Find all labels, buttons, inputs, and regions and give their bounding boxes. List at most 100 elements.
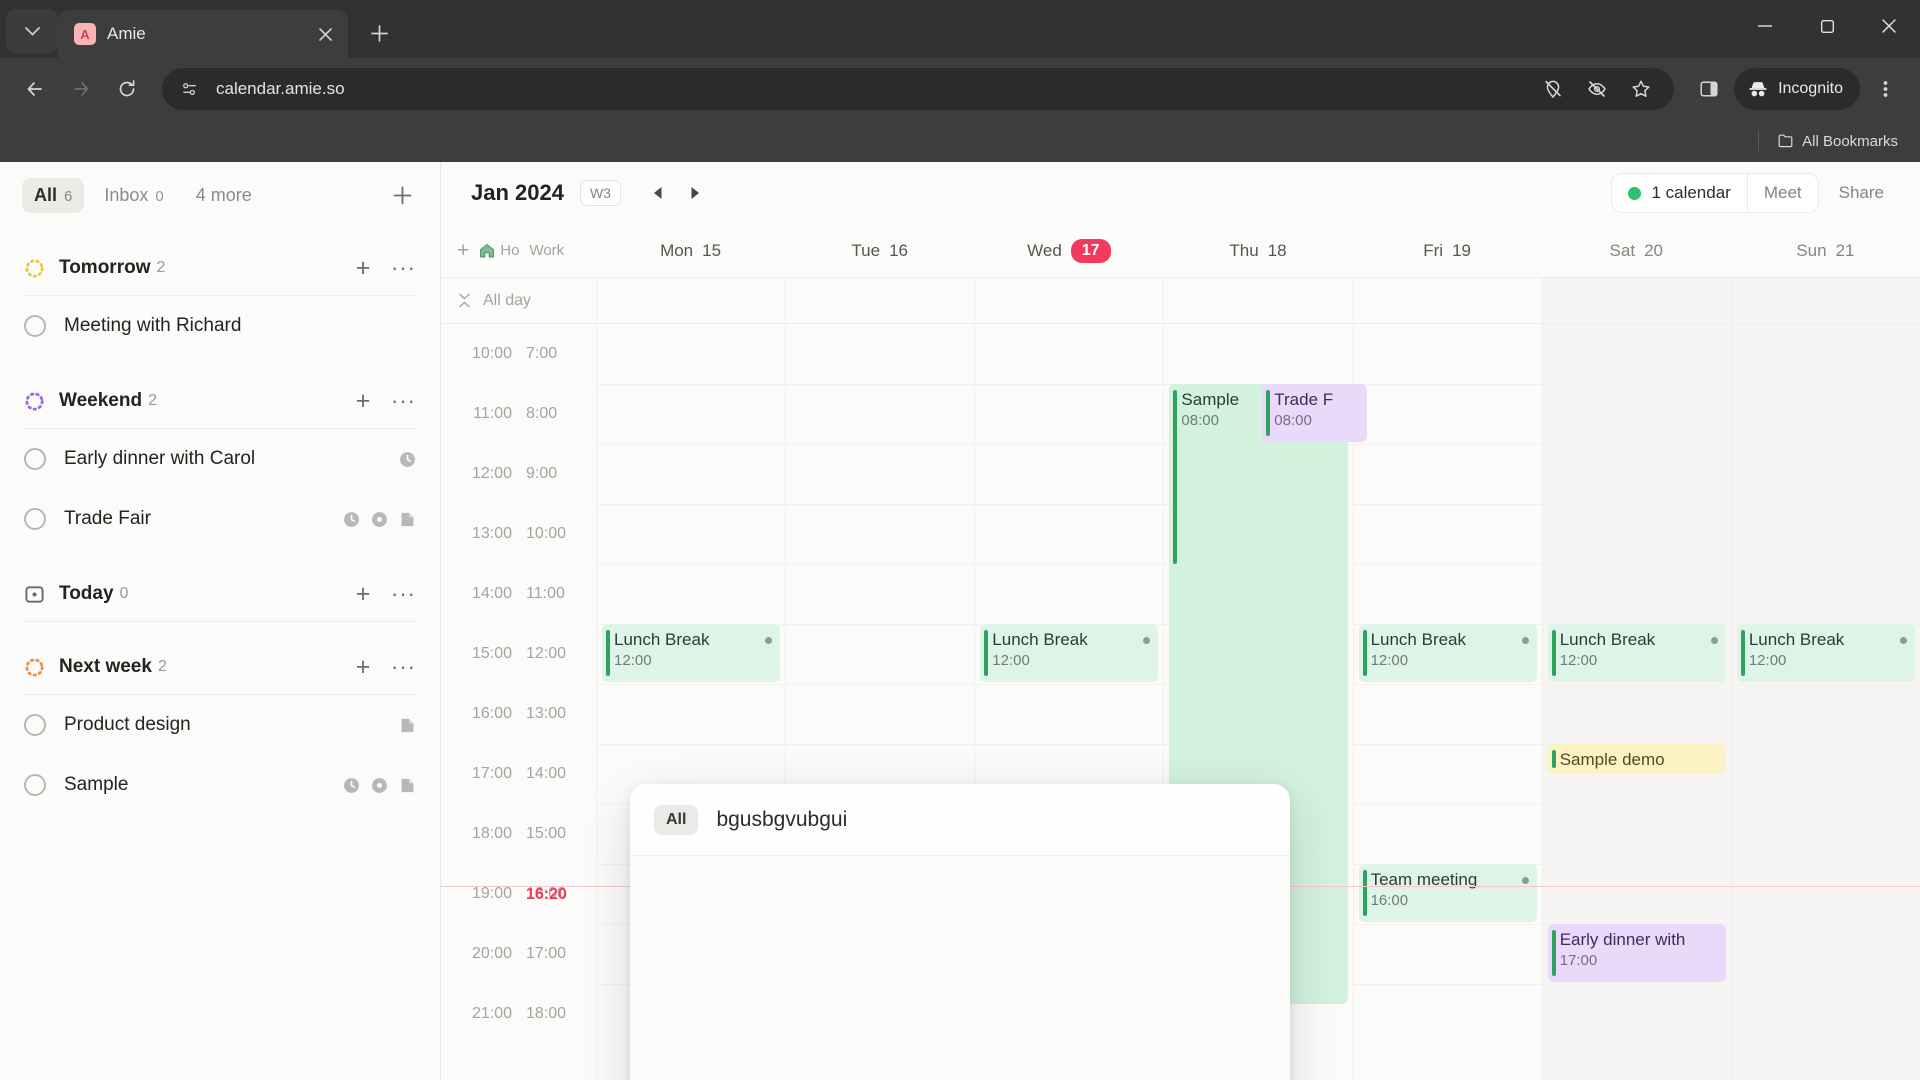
task-checkbox[interactable] [24, 774, 46, 796]
add-task-icon[interactable]: + [351, 655, 375, 680]
day-header-wed[interactable]: Wed 17 [974, 238, 1163, 263]
task-checkbox[interactable] [24, 448, 46, 470]
task-checkbox[interactable] [24, 508, 46, 530]
day-column-sun[interactable]: Lunch Break 12:00 [1730, 324, 1920, 1080]
incognito-indicator[interactable]: Incognito [1734, 68, 1860, 110]
close-icon[interactable] [312, 21, 338, 47]
reload-icon[interactable] [106, 68, 148, 110]
work-calendar-tag[interactable]: Work [529, 242, 564, 259]
event-title: Team meeting [1371, 870, 1529, 890]
search-scope-chip[interactable]: All [654, 804, 699, 835]
group-more-icon[interactable]: ··· [391, 654, 416, 680]
tab-search-button[interactable] [6, 9, 58, 53]
home-calendar-tag[interactable]: Ho [479, 242, 519, 259]
time-label-secondary: 15:00 [526, 825, 567, 842]
calendar-week-badge[interactable]: W3 [579, 180, 621, 206]
calendar-event[interactable]: Lunch Break 12:00 [1358, 624, 1537, 682]
calendar-event[interactable]: Lunch Break 12:00 [1736, 624, 1915, 682]
hour-gridline [1731, 864, 1920, 865]
next-week-icon[interactable] [681, 178, 711, 208]
event-color-bar [1551, 630, 1556, 676]
new-tab-button[interactable] [358, 12, 400, 54]
add-calendar-icon[interactable]: + [457, 239, 469, 263]
dotted-circle-icon [25, 258, 44, 278]
all-day-cell-mon[interactable] [596, 278, 785, 323]
side-panel-icon[interactable] [1688, 68, 1730, 110]
event-color-bar [1362, 630, 1367, 676]
sidebar-tab-more[interactable]: 4 more [184, 178, 264, 213]
task-item[interactable]: Trade Fair [22, 489, 418, 549]
star-icon[interactable] [1620, 68, 1662, 110]
add-list-icon[interactable] [386, 180, 418, 212]
sidebar-tab-more-label: 4 more [195, 185, 252, 205]
add-task-icon[interactable]: + [351, 256, 375, 281]
address-bar[interactable]: calendar.amie.so [162, 68, 1675, 110]
group-header[interactable]: Today 0 + ··· [22, 575, 418, 622]
calendar-count-button[interactable]: 1 calendar [1612, 174, 1746, 212]
event-time: 08:00 [1274, 412, 1312, 429]
day-column-fri[interactable]: Lunch Break 12:00 Team meeting 16:00 [1352, 324, 1542, 1080]
maximize-icon[interactable] [1796, 0, 1858, 52]
calendar-event[interactable]: Team meeting 16:00 [1358, 864, 1537, 922]
group-header[interactable]: Tomorrow 2 + ··· [22, 249, 418, 296]
all-day-cell-sat[interactable] [1541, 278, 1731, 323]
day-column-sat[interactable]: Lunch Break 12:00 Sample demo Early dinner … [1541, 324, 1731, 1080]
hour-gridline [1353, 444, 1542, 445]
task-item[interactable]: Product design [22, 695, 418, 755]
day-header-mon[interactable]: Mon 15 [596, 241, 785, 261]
browser-tab[interactable]: A Amie [58, 10, 348, 58]
event-time: 17:00 [1559, 952, 1598, 969]
meet-button[interactable]: Meet [1746, 174, 1818, 212]
page-settings-icon[interactable] [174, 74, 204, 104]
all-day-cell-tue[interactable] [785, 278, 974, 323]
back-arrow-icon[interactable] [14, 68, 56, 110]
search-query-text[interactable]: bgusbgvubgui [716, 808, 847, 832]
all-day-cell-wed[interactable] [974, 278, 1163, 323]
calendar-event[interactable]: Lunch Break 12:00 [602, 624, 781, 682]
day-header-sun[interactable]: Sun 21 [1731, 241, 1920, 261]
day-header-sat[interactable]: Sat 20 [1542, 241, 1731, 261]
location-blocked-icon[interactable] [1532, 68, 1574, 110]
day-header-tue[interactable]: Tue 16 [785, 241, 974, 261]
hour-gridline [1731, 504, 1920, 505]
add-task-icon[interactable]: + [351, 582, 375, 607]
add-task-icon[interactable]: + [351, 389, 375, 414]
share-button[interactable]: Share [1825, 174, 1898, 212]
minimize-icon[interactable] [1734, 0, 1796, 52]
all-day-cell-fri[interactable] [1352, 278, 1542, 323]
sidebar-tab-all[interactable]: All 6 [22, 178, 85, 213]
calendar-event[interactable]: Lunch Break 12:00 [980, 624, 1159, 682]
work-tag-label: Work [529, 242, 565, 259]
eye-off-icon[interactable] [1576, 68, 1618, 110]
task-item[interactable]: Sample [22, 755, 418, 815]
task-checkbox[interactable] [24, 714, 46, 736]
event-title: Lunch Break [992, 630, 1151, 650]
group-header[interactable]: Next week 2 + ··· [22, 648, 418, 695]
repeat-icon [372, 511, 387, 527]
group-more-icon[interactable]: ··· [391, 581, 416, 607]
time-label-secondary: 8:00 [526, 405, 558, 422]
calendar-event[interactable]: Early dinner with 17:00 [1547, 924, 1726, 982]
group-more-icon[interactable]: ··· [391, 388, 416, 414]
note-icon [401, 512, 414, 526]
three-dot-menu-icon[interactable] [1864, 68, 1906, 110]
calendar-event[interactable]: Lunch Break 12:00 [1547, 624, 1726, 682]
group-more-icon[interactable]: ··· [391, 255, 416, 281]
calendar-event[interactable]: Sample demo [1547, 744, 1726, 774]
all-day-cell-sun[interactable] [1730, 278, 1920, 323]
all-bookmarks-button[interactable]: All Bookmarks [1778, 133, 1898, 150]
group-count: 2 [157, 658, 167, 675]
all-day-cell-thu[interactable] [1163, 278, 1352, 323]
day-header-fri[interactable]: Fri 19 [1353, 241, 1542, 261]
day-header-thu[interactable]: Thu 18 [1163, 241, 1352, 261]
task-item[interactable]: Meeting with Richard [22, 296, 418, 356]
calendar-event[interactable]: Trade F 08:00 [1262, 384, 1367, 442]
group-header[interactable]: Weekend 2 + ··· [22, 382, 418, 429]
prev-week-icon[interactable] [643, 178, 673, 208]
task-checkbox[interactable] [24, 315, 46, 337]
close-window-icon[interactable] [1858, 0, 1920, 52]
sidebar-tab-inbox-label: Inbox [104, 185, 149, 205]
sidebar-tab-inbox[interactable]: Inbox 0 [92, 178, 175, 213]
all-day-label-cell[interactable]: All day [441, 278, 596, 323]
task-item[interactable]: Early dinner with Carol [22, 429, 418, 489]
